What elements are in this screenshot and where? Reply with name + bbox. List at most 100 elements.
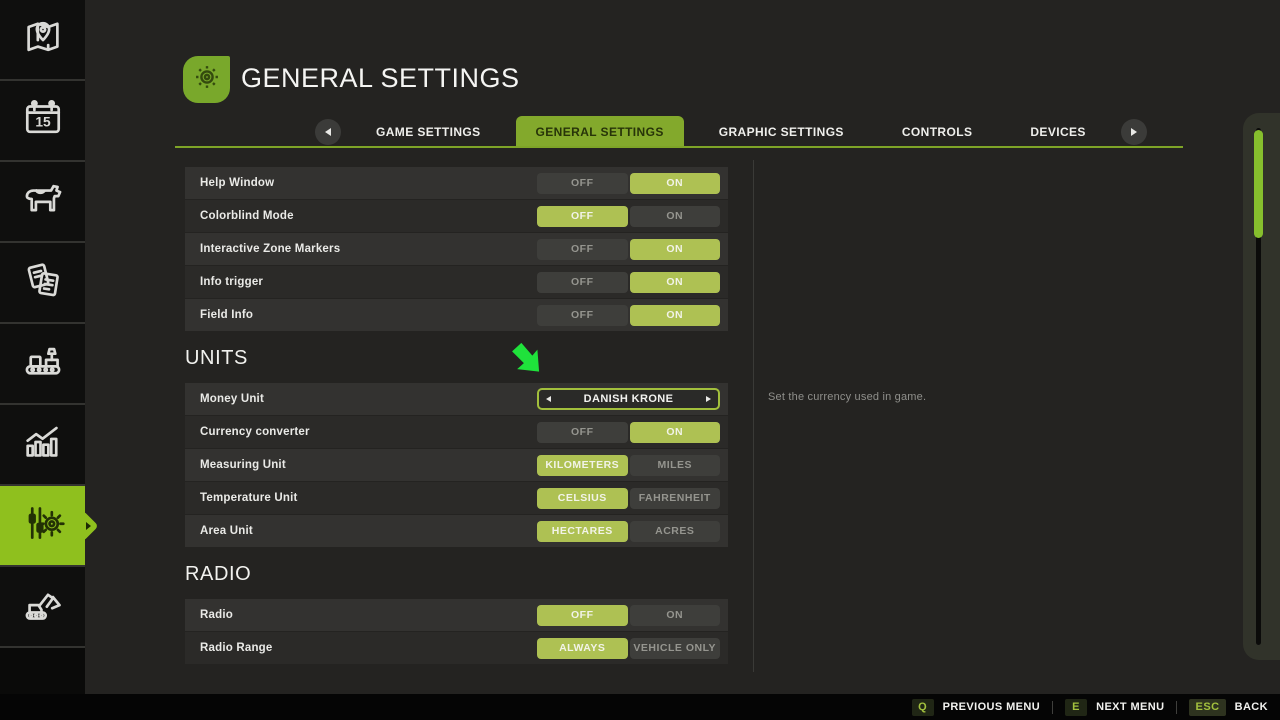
tabs-next-button[interactable] bbox=[1121, 119, 1147, 145]
option-on-button[interactable]: ON bbox=[630, 239, 721, 260]
tab-controls[interactable]: CONTROLS bbox=[879, 116, 996, 148]
scrollbar-track[interactable] bbox=[1256, 128, 1261, 645]
setting-label: Money Unit bbox=[200, 393, 537, 405]
toggle-group: OFFON bbox=[537, 206, 720, 227]
option-on-button[interactable]: ON bbox=[630, 206, 721, 227]
sidebar-item-map[interactable] bbox=[0, 0, 85, 81]
tab-graphic-settings[interactable]: GRAPHIC SETTINGS bbox=[696, 116, 867, 148]
setting-description: Set the currency used in game. bbox=[768, 391, 926, 403]
setting-row-temperature-unit: Temperature UnitCELSIUSFAHRENHEIT bbox=[185, 482, 728, 514]
gear-icon bbox=[191, 61, 223, 98]
option-off-button[interactable]: OFF bbox=[537, 206, 628, 227]
key-hint-previous-menu[interactable]: Q PREVIOUS MENU bbox=[912, 699, 1041, 716]
selector-next-icon[interactable] bbox=[706, 396, 711, 402]
setting-row-radio: RadioOFFON bbox=[185, 599, 728, 631]
sidebar-item-calendar[interactable]: 15 bbox=[0, 81, 85, 162]
option-on-button[interactable]: ON bbox=[630, 272, 721, 293]
hint-divider bbox=[1052, 701, 1053, 714]
chevron-left-icon bbox=[325, 128, 331, 136]
option-off-button[interactable]: OFF bbox=[537, 605, 628, 626]
option-vehicle-only-button[interactable]: VEHICLE ONLY bbox=[630, 638, 721, 659]
tab-underline bbox=[175, 146, 1183, 148]
setting-label: Colorblind Mode bbox=[200, 210, 537, 222]
option-kilometers-button[interactable]: KILOMETERS bbox=[537, 455, 628, 476]
option-on-button[interactable]: ON bbox=[630, 305, 721, 326]
sidebar-item-statistics[interactable] bbox=[0, 405, 85, 486]
statistics-icon bbox=[20, 419, 66, 470]
option-off-button[interactable]: OFF bbox=[537, 305, 628, 326]
sidebar-item-settings[interactable] bbox=[0, 486, 85, 567]
option-fahrenheit-button[interactable]: FAHRENHEIT bbox=[630, 488, 721, 509]
scrollbar-thumb[interactable] bbox=[1254, 130, 1263, 238]
key-hint-label: BACK bbox=[1235, 701, 1268, 713]
toggle-group: OFFON bbox=[537, 173, 720, 194]
section-title-radio: RADIO bbox=[185, 562, 728, 586]
option-off-button[interactable]: OFF bbox=[537, 272, 628, 293]
setting-label: Area Unit bbox=[200, 525, 537, 537]
setting-row-area-unit: Area UnitHECTARESACRES bbox=[185, 515, 728, 547]
setting-label: Help Window bbox=[200, 177, 537, 189]
option-on-button[interactable]: ON bbox=[630, 173, 721, 194]
option-off-button[interactable]: OFF bbox=[537, 173, 628, 194]
sidebar-item-contracts[interactable] bbox=[0, 243, 85, 324]
selector-value: DANISH KRONE bbox=[584, 393, 674, 405]
option-on-button[interactable]: ON bbox=[630, 605, 721, 626]
active-tab-nub-arrow bbox=[86, 522, 91, 530]
tab-general-settings[interactable]: GENERAL SETTINGS bbox=[516, 116, 684, 148]
setting-row-colorblind-mode: Colorblind ModeOFFON bbox=[185, 200, 728, 232]
key-hint-next-menu[interactable]: E NEXT MENU bbox=[1065, 699, 1164, 716]
setting-row-help-window: Help WindowOFFON bbox=[185, 167, 728, 199]
setting-row-currency-converter: Currency converterOFFON bbox=[185, 416, 728, 448]
svg-text:15: 15 bbox=[35, 114, 51, 129]
keycap-q: Q bbox=[912, 699, 934, 716]
toggle-group: OFFON bbox=[537, 272, 720, 293]
key-hint-bar: Q PREVIOUS MENU E NEXT MENU ESC BACK bbox=[0, 694, 1280, 720]
production-icon bbox=[20, 338, 66, 389]
toggle-group: OFFON bbox=[537, 605, 720, 626]
settings-icon bbox=[20, 500, 66, 551]
sidebar-item-animals[interactable] bbox=[0, 162, 85, 243]
calendar-icon: 15 bbox=[20, 95, 66, 146]
setting-label: Measuring Unit bbox=[200, 459, 537, 471]
sidebar: 15 bbox=[0, 0, 85, 720]
toggle-group: OFFON bbox=[537, 239, 720, 260]
selector-prev-icon[interactable] bbox=[546, 396, 551, 402]
toggle-group: HECTARESACRES bbox=[537, 521, 720, 542]
tabs-prev-button[interactable] bbox=[315, 119, 341, 145]
toggle-group: KILOMETERSMILES bbox=[537, 455, 720, 476]
setting-row-radio-range: Radio RangeALWAYSVEHICLE ONLY bbox=[185, 632, 728, 664]
key-hint-label: NEXT MENU bbox=[1096, 701, 1164, 713]
setting-row-interactive-zone-markers: Interactive Zone MarkersOFFON bbox=[185, 233, 728, 265]
option-hectares-button[interactable]: HECTARES bbox=[537, 521, 628, 542]
key-hint-label: PREVIOUS MENU bbox=[943, 701, 1041, 713]
option-celsius-button[interactable]: CELSIUS bbox=[537, 488, 628, 509]
sidebar-item-production[interactable] bbox=[0, 324, 85, 405]
keycap-e: E bbox=[1065, 699, 1087, 716]
option-off-button[interactable]: OFF bbox=[537, 239, 628, 260]
tab-game-settings[interactable]: GAME SETTINGS bbox=[353, 116, 504, 148]
key-hint-back[interactable]: ESC BACK bbox=[1189, 699, 1268, 716]
settings-list: Help WindowOFFONColorblind ModeOFFONInte… bbox=[185, 167, 728, 665]
toggle-group: ALWAYSVEHICLE ONLY bbox=[537, 638, 720, 659]
option-always-button[interactable]: ALWAYS bbox=[537, 638, 628, 659]
option-on-button[interactable]: ON bbox=[630, 422, 721, 443]
setting-label: Info trigger bbox=[200, 276, 537, 288]
sidebar-item-construction[interactable] bbox=[0, 567, 85, 648]
toggle-group: OFFON bbox=[537, 422, 720, 443]
setting-label: Field Info bbox=[200, 309, 537, 321]
money-unit-selector[interactable]: DANISH KRONE bbox=[537, 388, 720, 410]
keycap-esc: ESC bbox=[1189, 699, 1225, 716]
setting-label: Currency converter bbox=[200, 426, 537, 438]
option-acres-button[interactable]: ACRES bbox=[630, 521, 721, 542]
option-off-button[interactable]: OFF bbox=[537, 422, 628, 443]
toggle-group: CELSIUSFAHRENHEIT bbox=[537, 488, 720, 509]
tab-bar: GAME SETTINGS GENERAL SETTINGS GRAPHIC SET… bbox=[315, 116, 1147, 148]
tab-devices[interactable]: DEVICES bbox=[1007, 116, 1108, 148]
setting-row-measuring-unit: Measuring UnitKILOMETERSMILES bbox=[185, 449, 728, 481]
cow-icon bbox=[20, 176, 66, 227]
page-title: GENERAL SETTINGS bbox=[241, 63, 520, 94]
option-miles-button[interactable]: MILES bbox=[630, 455, 721, 476]
scrollbar[interactable] bbox=[1243, 113, 1280, 660]
setting-row-info-trigger: Info triggerOFFON bbox=[185, 266, 728, 298]
documents-icon bbox=[20, 257, 66, 308]
